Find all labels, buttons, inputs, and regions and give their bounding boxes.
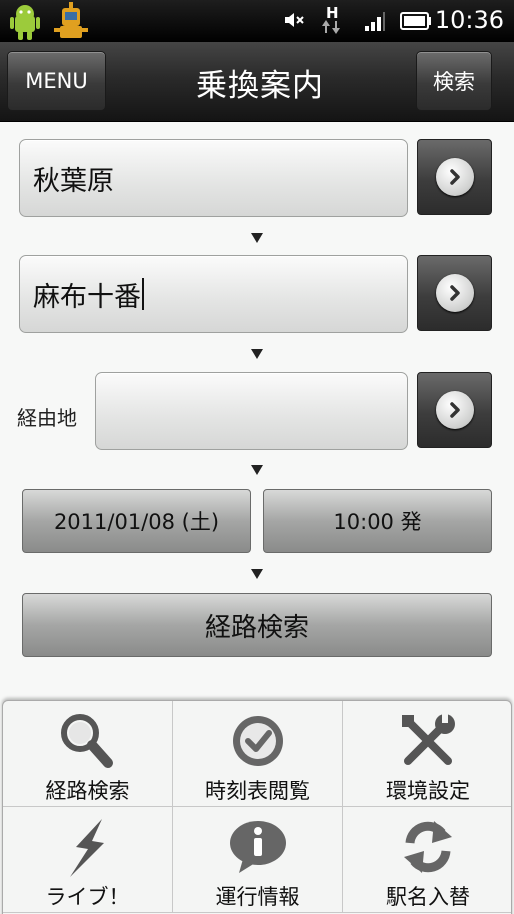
menu-item-label: 駅名入替 (386, 885, 470, 909)
page-title: 乗換案内 (196, 68, 324, 104)
menu-item-settings[interactable]: 環境設定 (343, 701, 511, 807)
search-button[interactable]: 検索 (416, 51, 492, 111)
down-arrow-icon (251, 349, 263, 359)
origin-station-value: 秋葉原 (33, 165, 114, 197)
mute-icon (285, 13, 304, 27)
battery-icon (400, 12, 431, 30)
via-select-button[interactable] (417, 372, 492, 448)
title-bar: MENU 乗換案内 検索 (0, 42, 514, 122)
via-station-field[interactable] (95, 372, 408, 450)
menu-item-swap-stations[interactable]: 駅名入替 (343, 807, 511, 913)
down-arrow-icon (251, 233, 263, 243)
destination-select-button[interactable] (417, 255, 492, 331)
clock-check-icon (232, 716, 283, 766)
menu-item-label: 運行情報 (215, 885, 300, 909)
origin-select-button[interactable] (417, 139, 492, 215)
menu-button[interactable]: MENU (7, 51, 106, 111)
menu-item-route-search[interactable]: 経路検索 (3, 701, 173, 807)
destination-station-field[interactable]: 麻布十番 (19, 255, 408, 333)
robot-notification-icon (54, 2, 88, 38)
info-icon (229, 821, 286, 873)
menu-item-label: 時刻表閲覧 (205, 779, 310, 803)
down-arrow-icon (251, 465, 263, 475)
down-arrow-icon (251, 569, 263, 579)
menu-item-label: 環境設定 (386, 779, 470, 803)
chevron-right-icon (435, 274, 474, 312)
destination-station-value: 麻布十番 (33, 281, 141, 313)
route-search-button[interactable]: 経路検索 (22, 593, 492, 657)
swap-arrows-icon (404, 821, 452, 873)
menu-item-timetable[interactable]: 時刻表閲覧 (173, 701, 343, 807)
chevron-right-icon (435, 391, 474, 429)
date-button[interactable]: 2011/01/08 (土) (22, 489, 251, 553)
menu-item-service-info[interactable]: 運行情報 (173, 807, 343, 913)
tools-icon (402, 713, 455, 765)
options-menu: 経路検索 時刻表閲覧 環境設定 ライブ！ 運行情報 駅名入替 (2, 700, 512, 914)
menu-item-live[interactable]: ライブ！ (3, 807, 173, 913)
data-arrows-icon (322, 20, 340, 34)
screen: H 10:36 MENU 乗換案内 検索 秋葉原 麻布十番 経由地 2011/0… (0, 0, 514, 914)
time-button[interactable]: 10:00 発 (263, 489, 492, 553)
status-clock: 10:36 (434, 6, 504, 34)
status-bar: H 10:36 (0, 0, 514, 42)
magnifier-icon (60, 714, 113, 768)
android-notification-icon (10, 5, 40, 40)
lightning-icon (69, 819, 104, 877)
menu-item-label: ライブ！ (45, 885, 130, 909)
origin-station-field[interactable]: 秋葉原 (19, 139, 408, 217)
menu-item-label: 経路検索 (45, 779, 130, 803)
via-label: 経由地 (17, 406, 77, 430)
signal-strength-icon (365, 12, 385, 31)
chevron-right-icon (435, 158, 474, 196)
text-cursor (142, 278, 144, 310)
